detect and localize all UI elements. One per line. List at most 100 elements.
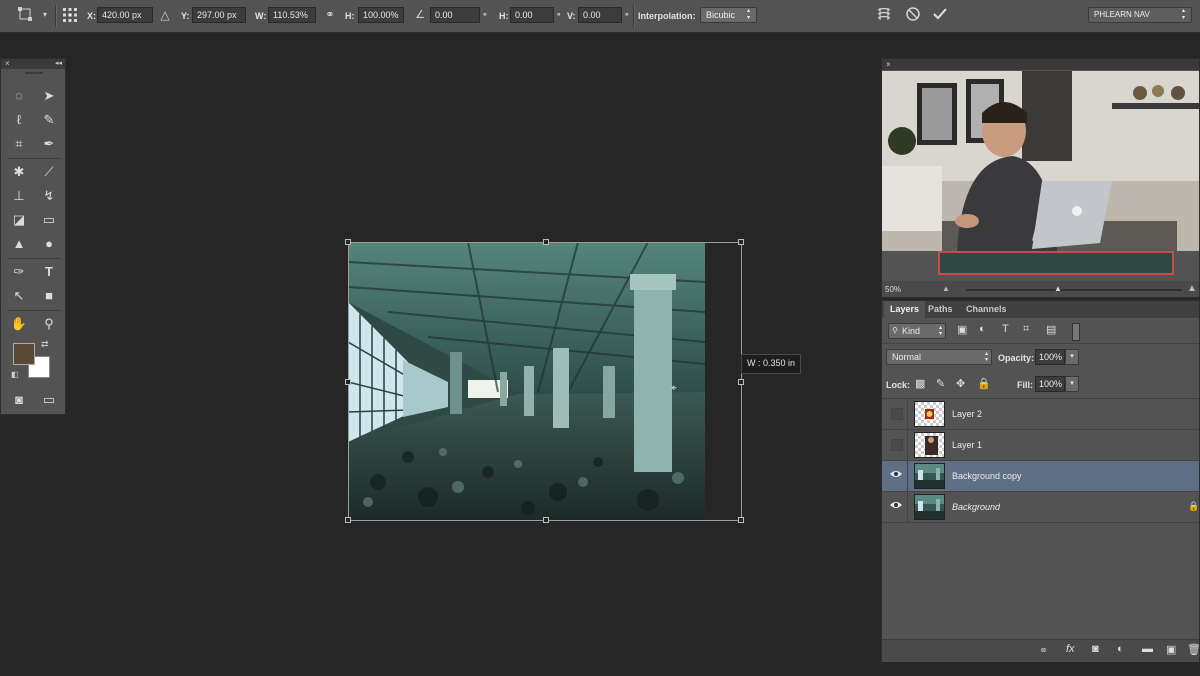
horizontal-skew-field[interactable]: 0.00 bbox=[510, 7, 554, 23]
lock-transparent-pixels-icon[interactable]: ▩ bbox=[915, 377, 925, 390]
transform-bounding-box[interactable]: ⌖ bbox=[345, 239, 744, 523]
filter-adjustment-icon[interactable]: ◐ bbox=[979, 323, 986, 335]
layer-visibility-toggle[interactable] bbox=[891, 408, 903, 420]
zoom-out-icon[interactable]: ▲ bbox=[942, 284, 950, 293]
brush-tool-icon[interactable]: ⟋ bbox=[37, 161, 61, 183]
layer-name[interactable]: Layer 2 bbox=[952, 409, 982, 419]
lock-all-icon[interactable]: 🔒 bbox=[977, 377, 991, 390]
foreground-color-swatch[interactable] bbox=[13, 343, 35, 365]
transform-tool-icon[interactable] bbox=[16, 6, 34, 24]
panel-collapse-icon[interactable]: ◂◂ bbox=[55, 59, 62, 69]
filter-kind-select[interactable]: ⚲ Kind ▴ ▾ bbox=[888, 323, 946, 339]
navigator-view-box[interactable] bbox=[938, 251, 1174, 275]
new-layer-icon[interactable]: ▣ bbox=[1166, 643, 1176, 656]
transform-handle-middle-left[interactable] bbox=[345, 379, 351, 385]
dodge-tool-icon[interactable]: ● bbox=[37, 233, 61, 255]
transform-handle-top-left[interactable] bbox=[345, 239, 351, 245]
layer-row-layer-2[interactable]: Layer 2 bbox=[882, 399, 1199, 430]
swap-colors-icon[interactable]: ⇄ bbox=[41, 339, 49, 350]
new-adjustment-layer-icon[interactable]: ◐ bbox=[1117, 643, 1124, 655]
y-position-field[interactable]: 297.00 px bbox=[192, 7, 246, 23]
tools-drag-grip[interactable] bbox=[25, 72, 43, 74]
layer-row-background[interactable]: Background 🔒 bbox=[882, 492, 1199, 523]
type-tool-icon[interactable]: T bbox=[37, 261, 61, 283]
transform-handle-bottom-right[interactable] bbox=[738, 517, 744, 523]
filter-type-icon[interactable]: T bbox=[1002, 323, 1009, 335]
hand-tool-icon[interactable]: ✋ bbox=[7, 313, 31, 335]
rotate-angle-field[interactable]: 0.00 bbox=[430, 7, 480, 23]
zoom-in-icon[interactable]: ▲ bbox=[1187, 283, 1197, 294]
eyedropper-tool-icon[interactable]: ✒ bbox=[37, 133, 61, 155]
relative-position-icon[interactable]: △ bbox=[156, 6, 174, 24]
blend-mode-select[interactable]: Normal ▴ ▾ bbox=[886, 349, 992, 365]
zoom-slider-track[interactable] bbox=[966, 289, 1182, 291]
default-colors-icon[interactable]: ◧ bbox=[11, 370, 19, 379]
navigator-close-icon[interactable]: × bbox=[886, 59, 891, 70]
layer-row-background-copy[interactable]: Background copy bbox=[882, 461, 1199, 492]
layer-name[interactable]: Layer 1 bbox=[952, 440, 982, 450]
filter-toggle-switch[interactable] bbox=[1072, 323, 1080, 341]
link-layers-icon[interactable]: ⚭ bbox=[1039, 644, 1048, 657]
x-position-field[interactable]: 420.00 px bbox=[97, 7, 153, 23]
vertical-skew-field[interactable]: 0.00 bbox=[578, 7, 622, 23]
pen-tool-icon[interactable]: ✑ bbox=[7, 261, 31, 283]
tab-layers[interactable]: Layers bbox=[884, 301, 926, 318]
navigator-zoom-value[interactable]: 50% bbox=[885, 285, 901, 294]
elliptical-marquee-tool-icon[interactable]: ◌ bbox=[7, 85, 31, 107]
filter-shape-icon[interactable]: ⌗ bbox=[1023, 323, 1029, 336]
transform-handle-top-right[interactable] bbox=[738, 239, 744, 245]
quick-selection-tool-icon[interactable]: ✎ bbox=[37, 109, 61, 131]
eraser-tool-icon[interactable]: ◪ bbox=[7, 209, 31, 231]
new-group-icon[interactable]: ▬ bbox=[1142, 643, 1153, 655]
layer-row-layer-1[interactable]: Layer 1 bbox=[882, 430, 1199, 461]
rectangle-tool-icon[interactable]: ■ bbox=[37, 285, 61, 307]
warp-mode-icon[interactable] bbox=[875, 6, 893, 24]
fill-slider-button[interactable]: ▾ bbox=[1065, 376, 1079, 392]
tool-preset-chevron-icon[interactable]: ▾ bbox=[36, 6, 54, 24]
zoom-slider-thumb[interactable]: ▲ bbox=[1054, 284, 1062, 293]
transform-handle-middle-right[interactable] bbox=[738, 379, 744, 385]
zoom-tool-icon[interactable]: ⚲ bbox=[37, 313, 61, 335]
path-selection-tool-icon[interactable]: ➤ bbox=[37, 85, 61, 107]
lock-image-pixels-icon[interactable]: ✎ bbox=[936, 377, 945, 390]
filter-pixel-icon[interactable]: ▣ bbox=[957, 323, 967, 336]
add-layer-mask-icon[interactable]: ◙ bbox=[1092, 643, 1099, 655]
eye-icon[interactable] bbox=[888, 467, 904, 485]
tab-channels[interactable]: Channels bbox=[960, 301, 1013, 318]
gradient-tool-icon[interactable]: ▭ bbox=[37, 209, 61, 231]
layer-visibility-toggle[interactable] bbox=[891, 439, 903, 451]
transform-handle-bottom-center[interactable] bbox=[543, 517, 549, 523]
lasso-tool-icon[interactable]: ℓ bbox=[7, 109, 31, 131]
workspace-select[interactable]: PHLEARN NAV bbox=[1088, 7, 1192, 23]
fill-field[interactable]: 100% bbox=[1035, 376, 1065, 392]
crop-tool-icon[interactable]: ⌗ bbox=[7, 133, 31, 155]
opacity-field[interactable]: 100% bbox=[1035, 349, 1065, 365]
screen-mode-icon[interactable]: ▭ bbox=[37, 389, 61, 411]
history-brush-tool-icon[interactable]: ↯ bbox=[37, 185, 61, 207]
cancel-transform-icon[interactable] bbox=[904, 6, 922, 24]
clone-stamp-tool-icon[interactable]: ⊥ bbox=[7, 185, 31, 207]
reference-point-icon[interactable] bbox=[61, 6, 79, 24]
blur-tool-icon[interactable]: ▲ bbox=[7, 233, 31, 255]
layer-name[interactable]: Background bbox=[952, 502, 1000, 512]
panel-close-icon[interactable]: × bbox=[5, 59, 10, 69]
eye-icon[interactable] bbox=[888, 498, 904, 516]
filter-smart-object-icon[interactable]: ▤ bbox=[1046, 323, 1056, 336]
opacity-slider-button[interactable]: ▾ bbox=[1065, 349, 1079, 365]
spot-healing-tool-icon[interactable]: ✱ bbox=[7, 161, 31, 183]
commit-transform-icon[interactable] bbox=[931, 6, 949, 24]
lock-position-icon[interactable]: ✥ bbox=[956, 377, 965, 390]
layer-name[interactable]: Background copy bbox=[952, 471, 1022, 481]
link-icon[interactable]: ⚭ bbox=[321, 6, 339, 24]
width-field[interactable]: 110.53% bbox=[268, 7, 316, 23]
tab-paths[interactable]: Paths bbox=[922, 301, 959, 318]
transform-handle-bottom-left[interactable] bbox=[345, 517, 351, 523]
add-layer-style-icon[interactable]: fx bbox=[1066, 643, 1075, 655]
interpolation-select[interactable]: Bicubic bbox=[700, 7, 757, 23]
delete-layer-icon[interactable]: 🗑 bbox=[1187, 643, 1200, 656]
navigator-preview[interactable] bbox=[882, 71, 1199, 251]
quick-mask-icon[interactable]: ◙ bbox=[7, 389, 31, 411]
height-field[interactable]: 100.00% bbox=[358, 7, 404, 23]
transform-handle-top-center[interactable] bbox=[543, 239, 549, 245]
direct-selection-tool-icon[interactable]: ↖ bbox=[7, 285, 31, 307]
